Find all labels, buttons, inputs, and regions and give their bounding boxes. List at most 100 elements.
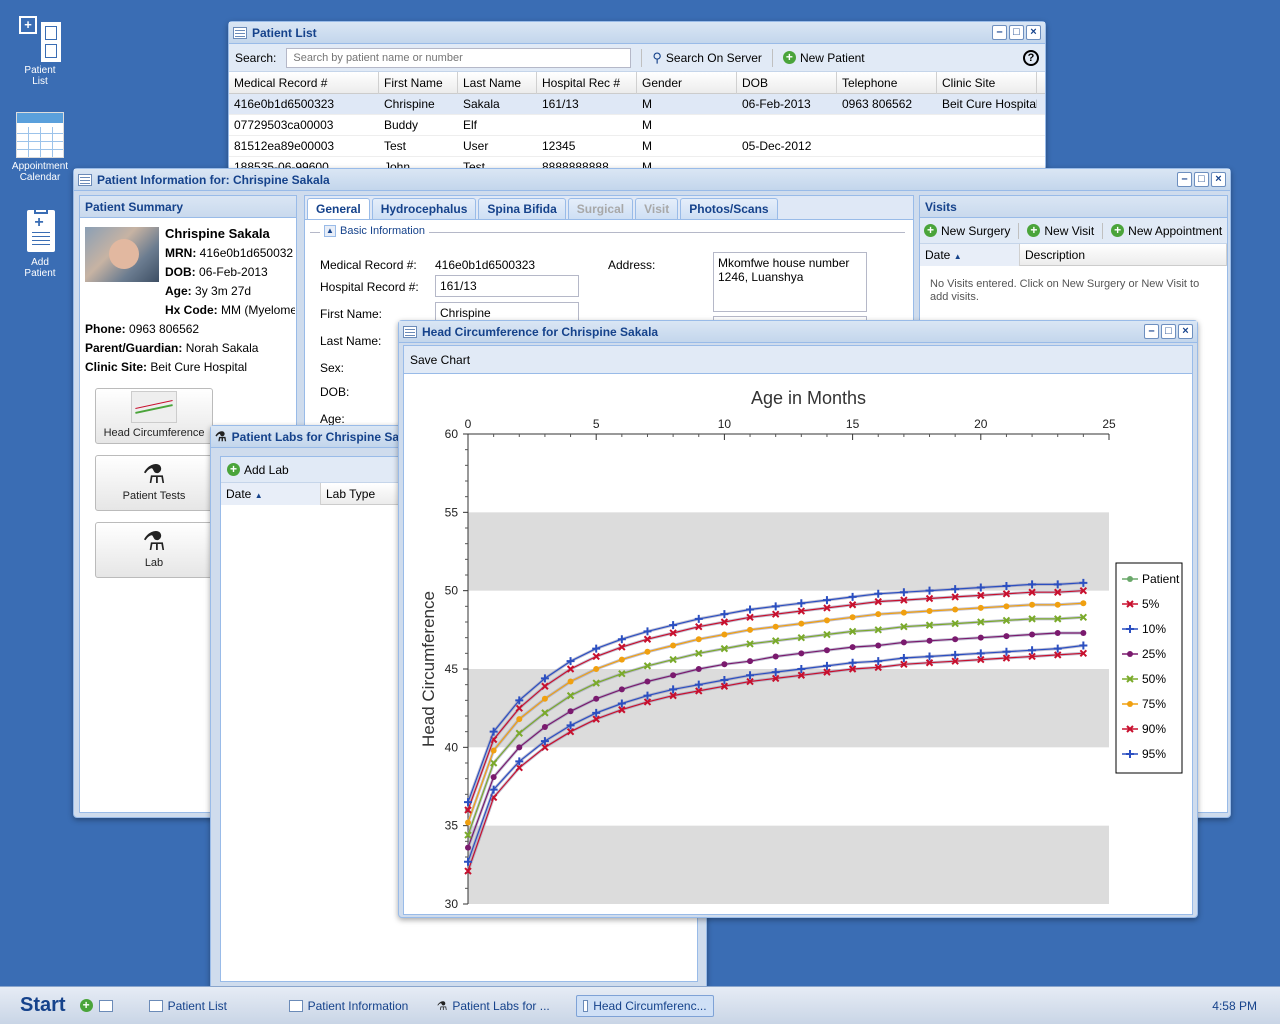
table-row[interactable]: 07729503ca00003 Buddy Elf M xyxy=(229,115,1045,136)
tab-hydrocephalus[interactable]: Hydrocephalus xyxy=(371,198,477,219)
table-row[interactable]: 81512ea89e00003 Test User 12345 M 05-Dec… xyxy=(229,136,1045,157)
cell: 06-Feb-2013 xyxy=(742,97,811,111)
cell: Sakala xyxy=(463,97,500,111)
close-icon[interactable]: × xyxy=(1026,25,1041,40)
data-point xyxy=(670,672,677,679)
window-header[interactable]: Patient Information for: Chrispine Sakal… xyxy=(74,169,1230,191)
window-header[interactable]: Head Circumference for Chrispine Sakala … xyxy=(399,321,1197,343)
add-icon: + xyxy=(1111,224,1125,237)
column-header[interactable]: Last Name xyxy=(458,72,537,94)
patient-list-window: Patient List – □ × Search: ⚲Search On Se… xyxy=(228,21,1046,171)
mrn-label: MRN: xyxy=(165,246,197,260)
table-row[interactable]: 416e0b1d6500323 Chrispine Sakala 161/13 … xyxy=(229,94,1045,115)
data-point xyxy=(617,635,626,644)
add-lab-button[interactable]: + Add Lab xyxy=(227,463,289,477)
column-header[interactable]: Telephone xyxy=(837,72,937,94)
help-icon[interactable]: ? xyxy=(1023,49,1039,66)
data-point xyxy=(899,654,908,663)
save-chart-button[interactable]: Save Chart xyxy=(410,353,470,367)
column-header[interactable]: Hospital Rec # xyxy=(537,72,637,94)
column-header-date[interactable]: Date ▲ xyxy=(920,243,1020,266)
close-icon[interactable]: × xyxy=(1178,324,1193,339)
search-on-server-button[interactable]: ⚲ Search On Server xyxy=(652,50,762,66)
maximize-icon[interactable]: □ xyxy=(1009,25,1024,40)
tab-general[interactable]: General xyxy=(307,198,370,219)
task-head-circumference[interactable]: Head Circumferenc... xyxy=(575,994,714,1017)
cell: M xyxy=(642,118,652,132)
new-visit-button[interactable]: + New Visit xyxy=(1027,224,1094,238)
address-field[interactable]: Mkomfwe house number 1246, Luanshya xyxy=(713,252,867,312)
minimize-icon[interactable]: – xyxy=(1177,172,1192,187)
phone-row: Phone: 0963 806562 xyxy=(85,322,199,336)
column-header[interactable]: DOB xyxy=(737,72,837,94)
minimize-icon[interactable]: – xyxy=(992,25,1007,40)
legend-label: 25% xyxy=(1142,647,1166,661)
patient-tests-button[interactable]: ⚗ Patient Tests xyxy=(95,455,213,511)
last-name-label: Last Name: xyxy=(320,334,382,348)
tab-spina-bifida[interactable]: Spina Bifida xyxy=(478,198,566,219)
hospital-record-field[interactable]: 161/13 xyxy=(435,275,579,297)
guardian-row: Parent/Guardian: Norah Sakala xyxy=(85,341,258,355)
chart-area: Age in Months Head Circumference 0 5 10 15 20 2… xyxy=(403,373,1193,915)
column-header[interactable]: First Name xyxy=(379,72,458,94)
data-point xyxy=(1029,601,1036,608)
cell: User xyxy=(463,139,489,153)
search-input[interactable] xyxy=(286,47,632,68)
close-icon[interactable]: × xyxy=(1211,172,1226,187)
collapse-icon[interactable]: ▲ xyxy=(324,225,336,237)
desktop-icon-patient-list[interactable]: + Patient List xyxy=(5,16,75,87)
tab-surgical[interactable]: Surgical xyxy=(567,198,634,219)
data-point xyxy=(1002,647,1011,656)
first-name-label: First Name: xyxy=(320,307,383,321)
sex-label: Sex: xyxy=(320,361,345,375)
new-patient-button[interactable]: + New Patient xyxy=(782,51,865,65)
data-point xyxy=(874,657,883,666)
column-label: Date xyxy=(226,486,252,501)
window-icon xyxy=(288,999,303,1012)
quick-add-icon[interactable]: + xyxy=(79,999,93,1012)
cell: Buddy xyxy=(384,118,419,132)
desktop-icon-label: Add xyxy=(31,257,49,268)
data-point xyxy=(925,652,934,661)
lab-button[interactable]: ⚗ Lab xyxy=(95,522,213,578)
column-header[interactable]: Clinic Site xyxy=(937,72,1037,94)
task-patient-labs[interactable]: ⚗ Patient Labs for ... xyxy=(431,995,576,1017)
window-icon xyxy=(403,325,417,338)
desktop-icon-add-patient[interactable]: + Add Patient xyxy=(5,208,75,279)
chart-icon xyxy=(131,391,177,423)
x-tick-label: 10 xyxy=(718,417,732,431)
desktop-icon-appointment-calendar[interactable]: Appointment Calendar xyxy=(5,112,75,183)
tab-visit[interactable]: Visit xyxy=(635,198,679,219)
data-point xyxy=(567,678,574,685)
quick-calendar-icon[interactable] xyxy=(98,999,113,1012)
data-point xyxy=(593,695,600,702)
head-circumference-button[interactable]: Head Circumference xyxy=(95,388,213,444)
cell: 05-Dec-2012 xyxy=(742,139,812,153)
column-header-description[interactable]: Description xyxy=(1020,243,1227,266)
start-button[interactable]: Start xyxy=(20,994,66,1017)
legend-label: Patient xyxy=(1142,572,1180,586)
dob-label: DOB: xyxy=(320,385,350,399)
maximize-icon[interactable]: □ xyxy=(1194,172,1209,187)
maximize-icon[interactable]: □ xyxy=(1161,324,1176,339)
column-header[interactable]: Medical Record # xyxy=(229,72,379,94)
minimize-icon[interactable]: – xyxy=(1144,324,1159,339)
task-patient-information[interactable]: Patient Information xyxy=(283,995,431,1017)
visits-empty-text: No Visits entered. Click on New Surgery … xyxy=(930,278,1200,303)
dob-value: 06-Feb-2013 xyxy=(199,265,268,279)
y-tick-label: 35 xyxy=(445,819,459,833)
column-header[interactable]: Gender xyxy=(637,72,737,94)
cell: 81512ea89e00003 xyxy=(234,139,335,153)
age-row: Age: 3y 3m 27d xyxy=(165,284,251,298)
new-surgery-button[interactable]: + New Surgery xyxy=(924,224,1010,238)
column-header-date[interactable]: Date ▲ xyxy=(221,482,321,505)
new-appointment-button[interactable]: + New Appointment xyxy=(1111,224,1222,238)
cell: 0963 806562 xyxy=(842,97,913,111)
data-point xyxy=(823,617,830,624)
window-header[interactable]: Patient List – □ × xyxy=(229,22,1045,44)
calendar-icon xyxy=(16,112,64,158)
y-tick-label: 60 xyxy=(445,427,459,441)
tab-photos-scans[interactable]: Photos/Scans xyxy=(680,198,778,219)
task-patient-list[interactable]: Patient List xyxy=(143,995,283,1017)
data-point xyxy=(1054,629,1061,636)
